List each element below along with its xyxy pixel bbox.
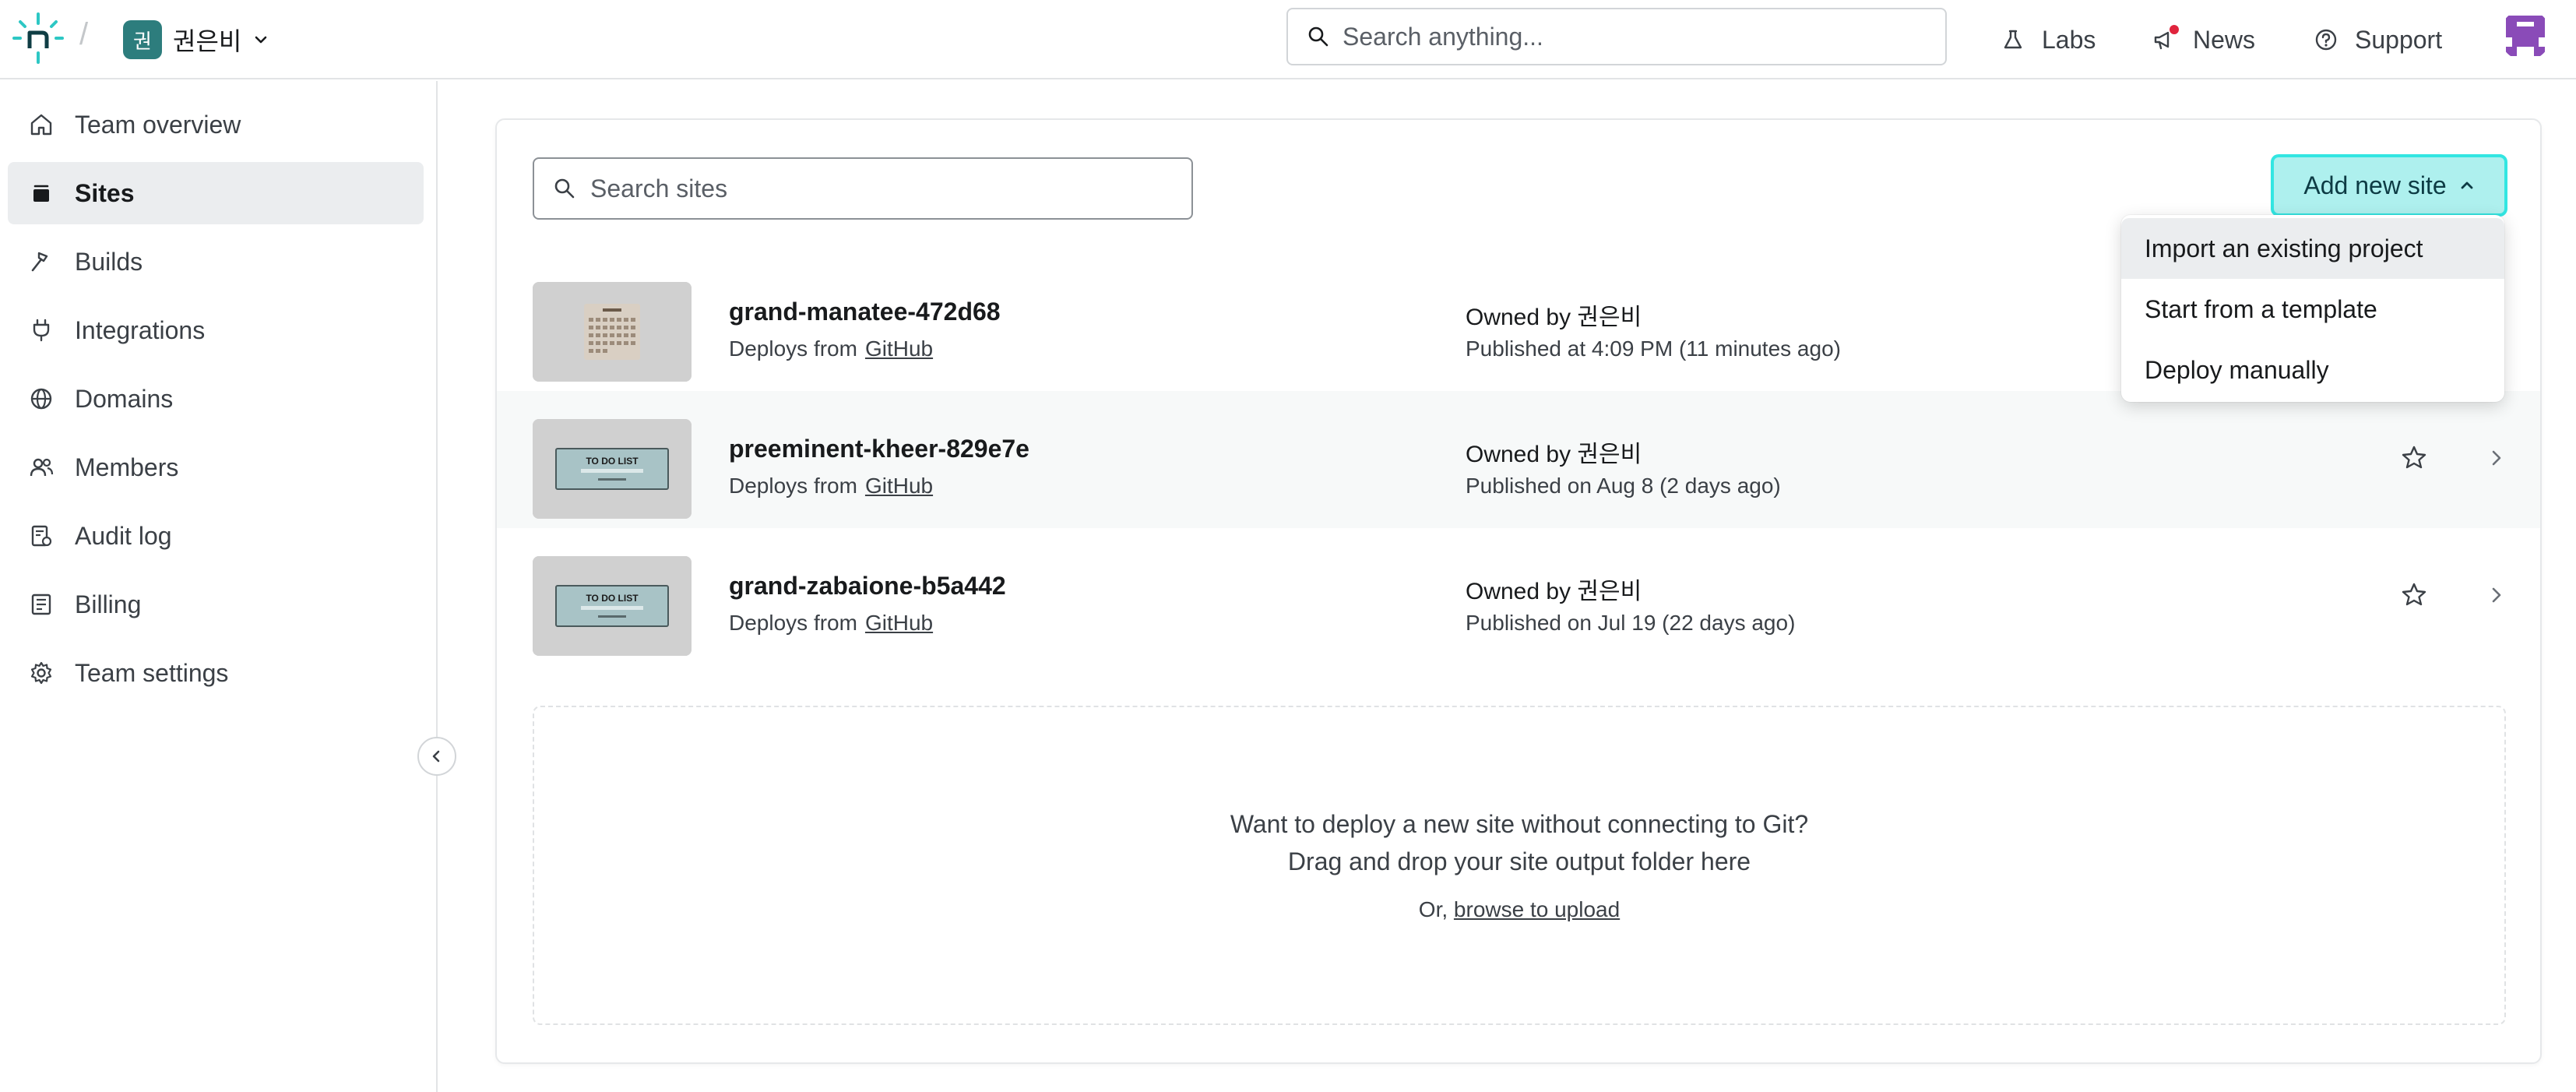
github-link[interactable]: GitHub (865, 336, 933, 361)
sidebar-item-label: Audit log (75, 521, 172, 550)
sidebar: Team overview Sites Builds Integrations … (0, 81, 438, 1092)
sidebar-item-label: Builds (75, 247, 143, 276)
chevron-down-icon (255, 36, 267, 44)
sidebar-item-label: Billing (75, 590, 142, 618)
top-bar: / 권 권은비 Labs News (0, 0, 2576, 79)
site-name[interactable]: grand-manatee-472d68 (729, 298, 1001, 326)
thumb-todo-text: TO DO LIST (586, 456, 639, 467)
deploys-from-label: Deploys from (729, 474, 857, 498)
news-label: News (2193, 25, 2256, 54)
members-icon (30, 458, 54, 477)
global-search-box[interactable] (1286, 8, 1947, 65)
sites-stack-icon (33, 185, 49, 202)
billing-icon (31, 594, 51, 615)
gear-icon (30, 661, 52, 685)
deploy-source: Deploys from GitHub (729, 336, 933, 361)
chevron-up-icon (2461, 181, 2473, 189)
chevron-left-icon (432, 750, 440, 763)
dropzone-heading: Want to deploy a new site without connec… (1230, 810, 1809, 838)
star-icon[interactable] (2398, 579, 2430, 611)
menu-item-import-project[interactable]: Import an existing project (2121, 218, 2504, 279)
sidebar-item-billing[interactable]: Billing (8, 573, 424, 636)
dropzone-instructions: Drag and drop your site output folder he… (1287, 847, 1751, 875)
sidebar-item-team-settings[interactable]: Team settings (8, 642, 424, 704)
team-avatar-badge: 권 (123, 20, 162, 59)
menu-item-start-from-template[interactable]: Start from a template (2121, 279, 2504, 340)
browse-to-upload-link[interactable]: browse to upload (1454, 897, 1620, 921)
chevron-right-icon[interactable] (2484, 583, 2509, 608)
site-published-time: Published on Jul 19 (22 days ago) (1466, 611, 1796, 635)
sidebar-item-label: Team overview (75, 110, 241, 139)
site-search-input[interactable] (590, 174, 1182, 203)
deploy-source: Deploys from GitHub (729, 474, 933, 498)
help-circle-icon (2315, 29, 2337, 51)
deploys-from-label: Deploys from (729, 611, 857, 635)
or-label: Or, (1418, 897, 1448, 921)
collapse-sidebar-button[interactable] (417, 737, 456, 776)
sidebar-item-label: Members (75, 453, 179, 481)
chevron-right-icon[interactable] (2484, 446, 2509, 470)
search-icon (1308, 26, 1328, 47)
site-row-grand-zabaione[interactable]: TO DO LIST grand-zabaione-b5a442 Deploys… (497, 528, 2540, 665)
site-search-box[interactable] (533, 157, 1193, 220)
team-name: 권은비 (173, 27, 242, 55)
global-search-input[interactable] (1343, 22, 1934, 51)
flask-icon (2004, 30, 2022, 49)
github-link[interactable]: GitHub (865, 474, 933, 498)
site-owner: Owned by 권은비 (1466, 579, 1642, 604)
news-link[interactable]: News (2152, 16, 2255, 64)
globe-icon (30, 388, 52, 410)
plug-icon (33, 319, 50, 342)
team-switcher[interactable]: 권 권은비 (123, 16, 269, 64)
user-avatar[interactable] (2500, 9, 2551, 61)
sidebar-item-label: Team settings (75, 658, 229, 687)
sidebar-item-label: Integrations (75, 315, 206, 344)
sidebar-item-sites[interactable]: Sites (8, 162, 424, 224)
add-site-dropdown-menu: Import an existing project Start from a … (2121, 215, 2504, 402)
site-name[interactable]: preeminent-kheer-829e7e (729, 435, 1029, 463)
megaphone-icon (2152, 25, 2179, 51)
site-thumbnail[interactable]: TO DO LIST (533, 419, 692, 519)
site-thumbnail[interactable]: TO DO LIST (533, 556, 692, 656)
site-thumbnail[interactable] (533, 282, 692, 382)
deploy-dropzone[interactable]: Want to deploy a new site without connec… (533, 706, 2506, 1025)
support-label: Support (2355, 25, 2443, 54)
star-icon[interactable] (2398, 442, 2430, 474)
breadcrumb-separator: / (79, 17, 89, 51)
site-row-preeminent-kheer[interactable]: TO DO LIST preeminent-kheer-829e7e Deplo… (497, 391, 2540, 528)
sidebar-item-members[interactable]: Members (8, 436, 424, 498)
site-owner: Owned by 권은비 (1466, 442, 1642, 467)
sidebar-item-builds[interactable]: Builds (8, 231, 424, 293)
deploy-source: Deploys from GitHub (729, 611, 933, 636)
netlify-logo-icon[interactable] (11, 11, 65, 65)
menu-item-deploy-manually[interactable]: Deploy manually (2121, 340, 2504, 400)
home-icon (30, 114, 52, 136)
search-icon (554, 178, 575, 199)
deploys-from-label: Deploys from (729, 336, 857, 361)
sidebar-item-team-overview[interactable]: Team overview (8, 93, 424, 156)
add-new-site-button[interactable]: Add new site (2271, 154, 2507, 217)
sidebar-item-label: Sites (75, 178, 135, 207)
site-name[interactable]: grand-zabaione-b5a442 (729, 572, 1006, 601)
labs-label: Labs (2042, 25, 2096, 54)
add-new-site-label: Add new site (2303, 171, 2447, 199)
support-link[interactable]: Support (2314, 16, 2442, 64)
labs-link[interactable]: Labs (2001, 16, 2096, 64)
site-owner: Owned by 권은비 (1466, 305, 1642, 330)
sidebar-item-audit-log[interactable]: Audit log (8, 505, 424, 567)
sidebar-item-label: Domains (75, 384, 174, 413)
site-published-time: Published on Aug 8 (2 days ago) (1466, 474, 1781, 498)
dropzone-upload-line: Or, browse to upload (534, 897, 2504, 922)
thumb-todo-text: TO DO LIST (586, 593, 639, 604)
sidebar-item-domains[interactable]: Domains (8, 368, 424, 430)
audit-log-icon (31, 525, 52, 547)
sidebar-item-integrations[interactable]: Integrations (8, 299, 424, 361)
news-unread-dot (2170, 25, 2179, 34)
github-link[interactable]: GitHub (865, 611, 933, 635)
hammer-icon (31, 252, 48, 272)
site-published-time: Published at 4:09 PM (11 minutes ago) (1466, 336, 1841, 361)
